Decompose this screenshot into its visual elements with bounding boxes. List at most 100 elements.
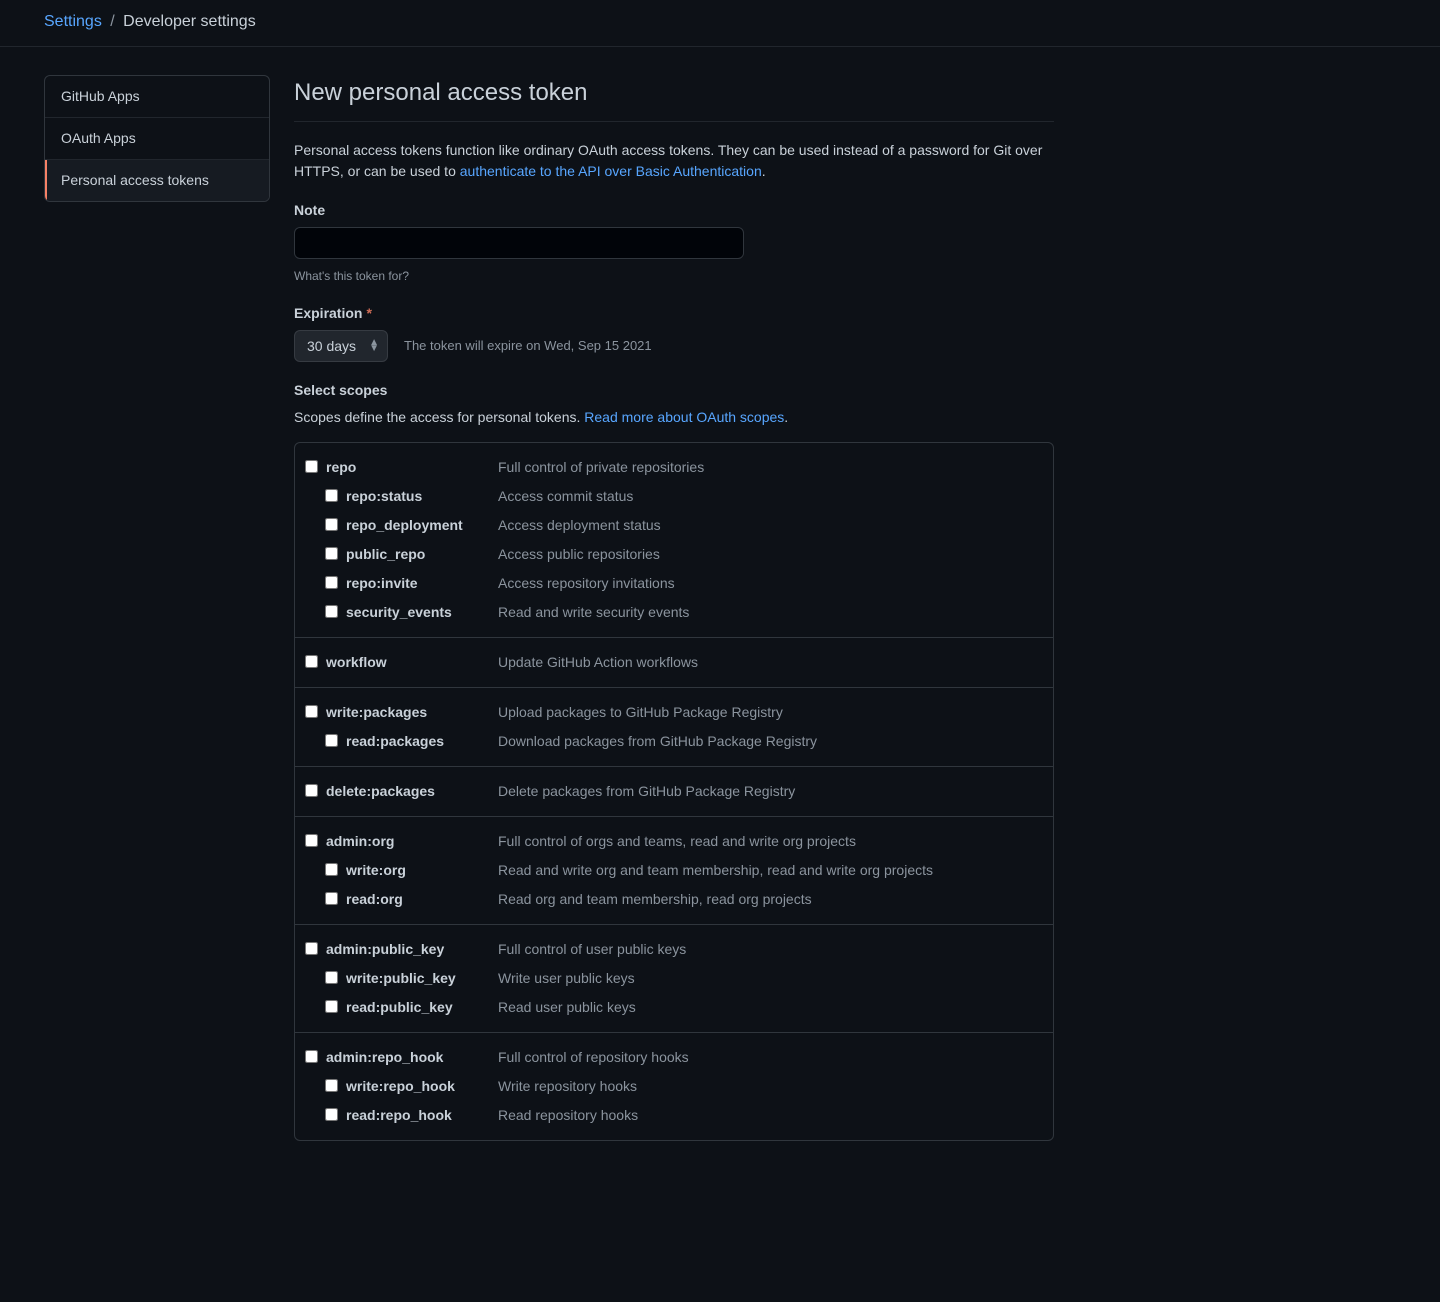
scope-checkbox[interactable] (305, 942, 318, 955)
scope-checkbox[interactable] (325, 489, 338, 502)
expiration-label-text: Expiration (294, 305, 362, 321)
scope-row: repo_deploymentAccess deployment status (305, 511, 1043, 540)
scope-name: public_repo (338, 544, 498, 565)
intro-text-after: . (762, 163, 766, 179)
scope-checkbox[interactable] (305, 834, 318, 847)
note-input[interactable] (294, 227, 744, 259)
scope-checkbox[interactable] (305, 1050, 318, 1063)
scope-description: Read repository hooks (498, 1105, 1043, 1126)
scope-row: write:orgRead and write org and team mem… (305, 856, 1043, 885)
scope-checkbox[interactable] (325, 518, 338, 531)
scope-name: admin:repo_hook (318, 1047, 498, 1068)
scope-checkbox[interactable] (325, 892, 338, 905)
scope-description: Update GitHub Action workflows (498, 652, 1043, 673)
scope-name: write:packages (318, 702, 498, 723)
scope-row: read:public_keyRead user public keys (305, 993, 1043, 1022)
scope-checkbox[interactable] (325, 971, 338, 984)
scope-checkbox[interactable] (325, 605, 338, 618)
scope-checkbox[interactable] (325, 863, 338, 876)
note-group: Note What's this token for? (294, 200, 1054, 285)
breadcrumb-separator: / (110, 13, 114, 30)
breadcrumb-current: Developer settings (123, 13, 256, 30)
scope-description: Upload packages to GitHub Package Regist… (498, 702, 1043, 723)
scopes-desc-link[interactable]: Read more about OAuth scopes (584, 409, 784, 425)
scope-name: repo:status (338, 486, 498, 507)
scope-group: admin:repo_hookFull control of repositor… (295, 1033, 1053, 1140)
scope-checkbox[interactable] (305, 784, 318, 797)
expiration-hint: The token will expire on Wed, Sep 15 202… (404, 336, 652, 356)
scope-group: admin:public_keyFull control of user pub… (295, 925, 1053, 1033)
scope-description: Write user public keys (498, 968, 1043, 989)
scope-checkbox[interactable] (325, 547, 338, 560)
scope-checkbox[interactable] (325, 576, 338, 589)
scope-description: Full control of repository hooks (498, 1047, 1043, 1068)
scopes-section: Select scopes Scopes define the access f… (294, 380, 1054, 1141)
expiration-group: Expiration* 30 days ▲▼ The token will ex… (294, 303, 1054, 362)
scope-checkbox[interactable] (325, 1000, 338, 1013)
note-hint: What's this token for? (294, 267, 1054, 285)
scope-row: write:public_keyWrite user public keys (305, 964, 1043, 993)
expiration-select[interactable]: 30 days (294, 330, 388, 362)
scope-description: Full control of orgs and teams, read and… (498, 831, 1043, 852)
scope-description: Access commit status (498, 486, 1043, 507)
scope-row: read:repo_hookRead repository hooks (305, 1101, 1043, 1130)
scope-name: delete:packages (318, 781, 498, 802)
page-title: New personal access token (294, 75, 1054, 122)
expiration-label: Expiration* (294, 303, 1054, 324)
scope-name: repo_deployment (338, 515, 498, 536)
scope-name: repo:invite (338, 573, 498, 594)
expiration-select-wrap: 30 days ▲▼ (294, 330, 388, 362)
scope-checkbox[interactable] (305, 460, 318, 473)
scope-row: public_repoAccess public repositories (305, 540, 1043, 569)
scope-group: delete:packagesDelete packages from GitH… (295, 767, 1053, 817)
sidebar-item-oauth-apps[interactable]: OAuth Apps (45, 118, 269, 160)
scope-checkbox[interactable] (305, 655, 318, 668)
scope-row: admin:public_keyFull control of user pub… (305, 935, 1043, 964)
scope-row: repo:inviteAccess repository invitations (305, 569, 1043, 598)
scope-row: read:packagesDownload packages from GitH… (305, 727, 1043, 756)
scope-name: workflow (318, 652, 498, 673)
scope-name: admin:org (318, 831, 498, 852)
scope-name: write:repo_hook (338, 1076, 498, 1097)
scope-description: Access repository invitations (498, 573, 1043, 594)
scope-name: write:org (338, 860, 498, 881)
scope-checkbox[interactable] (325, 1108, 338, 1121)
scope-checkbox[interactable] (325, 1079, 338, 1092)
scope-name: read:org (338, 889, 498, 910)
intro-link[interactable]: authenticate to the API over Basic Authe… (460, 163, 762, 179)
scope-row: read:orgRead org and team membership, re… (305, 885, 1043, 914)
scopes-box: repoFull control of private repositories… (294, 442, 1054, 1141)
scope-group: repoFull control of private repositories… (295, 443, 1053, 638)
scopes-desc-after: . (784, 409, 788, 425)
breadcrumb-root[interactable]: Settings (44, 13, 102, 30)
intro-paragraph: Personal access tokens function like ord… (294, 140, 1054, 182)
scope-row: write:repo_hookWrite repository hooks (305, 1072, 1043, 1101)
scope-name: write:public_key (338, 968, 498, 989)
scope-description: Full control of user public keys (498, 939, 1043, 960)
scope-name: admin:public_key (318, 939, 498, 960)
scope-name: read:packages (338, 731, 498, 752)
sidebar-menu: GitHub AppsOAuth AppsPersonal access tok… (44, 75, 270, 202)
sidebar-item-personal-access-tokens[interactable]: Personal access tokens (45, 160, 269, 201)
scope-description: Delete packages from GitHub Package Regi… (498, 781, 1043, 802)
scope-row: workflowUpdate GitHub Action workflows (305, 648, 1043, 677)
scope-description: Access deployment status (498, 515, 1043, 536)
scope-row: admin:orgFull control of orgs and teams,… (305, 827, 1043, 856)
scope-name: read:public_key (338, 997, 498, 1018)
scope-group: write:packagesUpload packages to GitHub … (295, 688, 1053, 767)
breadcrumb-bar: Settings / Developer settings (0, 0, 1440, 47)
scope-description: Full control of private repositories (498, 457, 1043, 478)
scope-description: Read and write org and team membership, … (498, 860, 1043, 881)
main-content: New personal access token Personal acces… (294, 75, 1054, 1159)
scope-group: workflowUpdate GitHub Action workflows (295, 638, 1053, 688)
scope-description: Read user public keys (498, 997, 1043, 1018)
sidebar-item-github-apps[interactable]: GitHub Apps (45, 76, 269, 118)
note-label: Note (294, 200, 1054, 221)
breadcrumb: Settings / Developer settings (44, 10, 1396, 34)
scope-checkbox[interactable] (325, 734, 338, 747)
scope-row: admin:repo_hookFull control of repositor… (305, 1043, 1043, 1072)
scope-name: read:repo_hook (338, 1105, 498, 1126)
scope-checkbox[interactable] (305, 705, 318, 718)
scope-description: Access public repositories (498, 544, 1043, 565)
scopes-desc-before: Scopes define the access for personal to… (294, 409, 584, 425)
